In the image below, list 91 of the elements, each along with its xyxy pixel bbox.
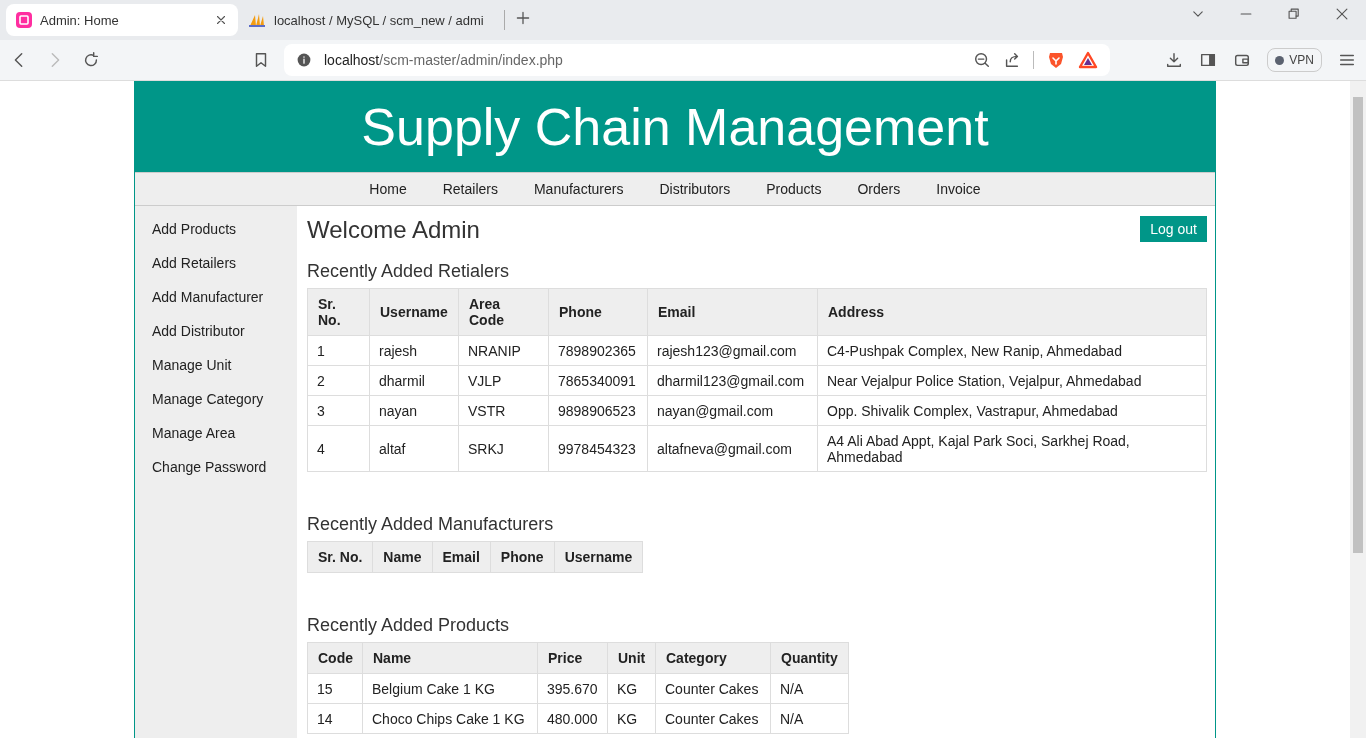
table-cell: 15	[307, 673, 363, 704]
sidebar-link[interactable]: Change Password	[135, 450, 297, 484]
close-icon[interactable]	[214, 13, 228, 27]
table-cell: VJLP	[458, 365, 549, 396]
welcome-heading: Welcome Admin	[307, 216, 480, 244]
nav-link[interactable]: Orders	[839, 173, 919, 205]
nav-link[interactable]: Invoice	[918, 173, 999, 205]
reload-icon[interactable]	[82, 51, 100, 69]
table-cell: nayan	[369, 395, 459, 426]
section-heading: Recently Added Manufacturers	[307, 514, 555, 535]
sidebar-link[interactable]: Add Retailers	[135, 246, 297, 280]
sidebar-link[interactable]: Manage Unit	[135, 348, 297, 382]
download-icon[interactable]	[1165, 51, 1184, 69]
new-tab-icon[interactable]	[514, 10, 531, 26]
triangle-icon[interactable]	[1078, 50, 1098, 70]
table-cell: 9978454323	[548, 425, 648, 472]
sidebar-link[interactable]: Add Distributor	[135, 314, 297, 348]
table-cell: dharmil123@gmail.com	[647, 365, 818, 396]
column-header: Username	[554, 541, 643, 573]
sidebar-link[interactable]: Add Manufacturer	[135, 280, 297, 314]
table-cell: Choco Chips Cake 1 KG	[362, 703, 538, 734]
column-header: Address	[817, 288, 1207, 336]
column-header: Unit	[607, 642, 656, 674]
table-cell: Belgium Cake 1 KG	[362, 673, 538, 704]
sidebar-link[interactable]: Manage Category	[135, 382, 297, 416]
nav-link[interactable]: Home	[351, 173, 425, 205]
table-cell: NRANIP	[458, 335, 549, 366]
table-cell: dharmil	[369, 365, 459, 396]
table-cell: 4	[307, 425, 370, 472]
table-cell: 2	[307, 365, 370, 396]
browser-tab[interactable]: localhost / MySQL / scm_new / admi	[238, 4, 494, 36]
table-cell: N/A	[770, 703, 849, 734]
table-cell: 1	[307, 335, 370, 366]
table-cell: altafneva@gmail.com	[647, 425, 818, 472]
browser-tab[interactable]: Admin: Home	[6, 4, 238, 36]
share-icon[interactable]	[1003, 51, 1021, 69]
table-cell: altaf	[369, 425, 459, 472]
site-title: Supply Chain Management	[361, 96, 989, 157]
table-cell: Opp. Shivalik Complex, Vastrapur, Ahmedabad	[817, 395, 1207, 426]
column-header: Sr. No.	[307, 288, 370, 336]
sidebar-link[interactable]: Add Products	[135, 212, 297, 246]
app-favicon-icon	[16, 12, 32, 28]
nav-link[interactable]: Products	[748, 173, 840, 205]
table-cell: 9898906523	[548, 395, 648, 426]
restore-icon[interactable]	[1287, 7, 1301, 21]
column-header: Category	[655, 642, 771, 674]
column-header: Phone	[490, 541, 555, 573]
logout-button[interactable]: Log out	[1140, 216, 1207, 242]
column-header: Name	[362, 642, 538, 674]
nav-link[interactable]: Manufacturers	[515, 173, 642, 205]
table-cell: 395.670	[537, 673, 608, 704]
address-bar[interactable]: localhost/scm-master/admin/index.php	[284, 44, 1110, 76]
table-cell: 3	[307, 395, 370, 426]
column-header: Quantity	[770, 642, 849, 674]
table-cell: KG	[607, 703, 656, 734]
column-header: Price	[537, 642, 608, 674]
nav-link[interactable]: Retailers	[424, 173, 516, 205]
table-cell: Near Vejalpur Police Station, Vejalpur, Ahmedabad	[817, 365, 1207, 396]
column-header: Sr. No.	[307, 541, 373, 573]
table-cell: KG	[607, 673, 656, 704]
table-cell: rajesh	[369, 335, 459, 366]
section-heading: Recently Added Retialers	[307, 261, 511, 282]
table-cell: 7865340091	[548, 365, 648, 396]
table-cell: SRKJ	[458, 425, 549, 472]
zoom-out-icon[interactable]	[973, 51, 991, 69]
table-cell: A4 Ali Abad Appt, Kajal Park Soci, Sarkhej Road, Ahmedabad	[817, 425, 1207, 472]
close-icon[interactable]	[1335, 7, 1349, 21]
column-header: Phone	[548, 288, 648, 336]
table-cell: rajesh123@gmail.com	[647, 335, 818, 366]
table-cell: nayan@gmail.com	[647, 395, 818, 426]
column-header: Code	[307, 642, 363, 674]
sidebar-link[interactable]: Manage Area	[135, 416, 297, 450]
scrollbar[interactable]	[1350, 81, 1366, 738]
column-header: Email	[647, 288, 818, 336]
column-header: Name	[372, 541, 432, 573]
table-cell: 7898902365	[548, 335, 648, 366]
table-cell: 480.000	[537, 703, 608, 734]
vpn-button[interactable]: VPN	[1267, 48, 1322, 72]
section-heading: Recently Added Products	[307, 615, 511, 636]
table-cell: VSTR	[458, 395, 549, 426]
column-header: Area Code	[458, 288, 549, 336]
column-header: Username	[369, 288, 459, 336]
nav-link[interactable]: Distributors	[641, 173, 749, 205]
table-cell: N/A	[770, 673, 849, 704]
table-cell: 14	[307, 703, 363, 734]
table-cell: Counter Cakes	[655, 703, 771, 734]
info-icon	[296, 52, 312, 68]
sidebar-icon[interactable]	[1199, 51, 1218, 69]
table-cell: Counter Cakes	[655, 673, 771, 704]
table-cell: C4-Pushpak Complex, New Ranip, Ahmedabad	[817, 335, 1207, 366]
column-header: Email	[432, 541, 491, 573]
